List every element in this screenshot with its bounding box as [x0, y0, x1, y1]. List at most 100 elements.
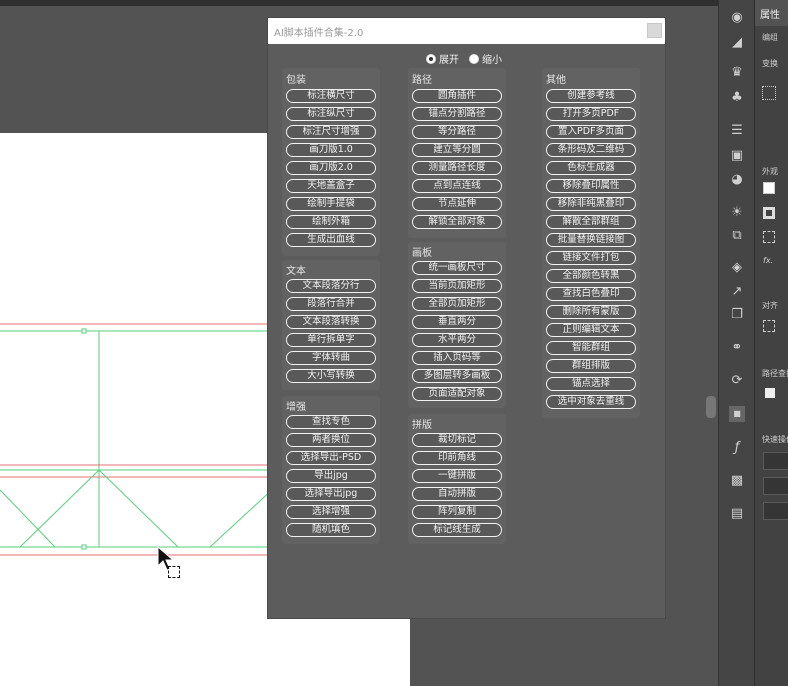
panel-close-button[interactable]: [647, 23, 662, 38]
text-button-2[interactable]: 段落行合并: [286, 297, 376, 311]
path-buttons: 圆角插件锚点分割路径 等分路径建立等分圆测量路径长度 点到点连线节点延伸解锁全部对象: [412, 89, 502, 229]
fill-none-icon[interactable]: [763, 182, 775, 194]
enhance-button-2[interactable]: 两者换位: [286, 433, 376, 447]
path-button-7[interactable]: 节点延伸: [412, 197, 502, 211]
other-button-18[interactable]: 选中对象去重线: [546, 395, 636, 409]
stroke-icon[interactable]: [763, 207, 775, 219]
enhance-button-7[interactable]: 随机填色: [286, 523, 376, 537]
rotate-icon[interactable]: ⟳: [729, 373, 745, 389]
packaging-button-5[interactable]: 画刀版2.0: [286, 161, 376, 175]
imposition-button-1[interactable]: 裁切标记: [412, 433, 502, 447]
path-button-5[interactable]: 测量路径长度: [412, 161, 502, 175]
other-button-10[interactable]: 链接文件打包: [546, 251, 636, 265]
packaging-button-8[interactable]: 绘制外箱: [286, 215, 376, 229]
fx-label[interactable]: fx.: [763, 256, 773, 265]
color-theme-icon[interactable]: ◉: [729, 10, 745, 26]
path-button-8[interactable]: 解锁全部对象: [412, 215, 502, 229]
path-button-3[interactable]: 等分路径: [412, 125, 502, 139]
other-button-4[interactable]: 条形码及二维码: [546, 143, 636, 157]
quick-action-button-1[interactable]: [763, 452, 788, 470]
artboard-button-8[interactable]: 页面适配对象: [412, 387, 502, 401]
artboard-button-5[interactable]: 水平两分: [412, 333, 502, 347]
export-icon[interactable]: ↗: [729, 284, 745, 300]
enhance-button-5[interactable]: 选择导出jpg: [286, 487, 376, 501]
other-button-8[interactable]: 解散全部群组: [546, 215, 636, 229]
text-button-5[interactable]: 字体转曲: [286, 351, 376, 365]
packaging-button-2[interactable]: 标注纵尺寸: [286, 107, 376, 121]
enhance-button-4[interactable]: 导出jpg: [286, 469, 376, 483]
other-button-12[interactable]: 查找白色叠印: [546, 287, 636, 301]
text-button-6[interactable]: 大小写转换: [286, 369, 376, 383]
mode-expand-option[interactable]: 展开: [426, 51, 459, 66]
enhance-button-1[interactable]: 查找专色: [286, 415, 376, 429]
packaging-button-3[interactable]: 标注尺寸增强: [286, 125, 376, 139]
packaging-button-6[interactable]: 天地盖盒子: [286, 179, 376, 193]
radio-collapse[interactable]: [469, 53, 479, 64]
imposition-button-6[interactable]: 标记线生成: [412, 523, 502, 537]
rect-gradient-icon[interactable]: ◢: [729, 35, 745, 51]
other-button-14[interactable]: 正则编辑文本: [546, 323, 636, 337]
vertical-scrollbar[interactable]: [706, 396, 716, 418]
stroke-lines-icon[interactable]: ☰: [729, 123, 745, 139]
gradient-box-icon[interactable]: ▣: [729, 148, 745, 164]
other-button-17[interactable]: 锚点选择: [546, 377, 636, 391]
path-button-6[interactable]: 点到点连线: [412, 179, 502, 193]
packaging-button-9[interactable]: 生成出血线: [286, 233, 376, 247]
enhance-button-6[interactable]: 选择增强: [286, 505, 376, 519]
enhance-button-3[interactable]: 选择导出-PSD: [286, 451, 376, 465]
other-button-2[interactable]: 打开多页PDF: [546, 107, 636, 121]
other-button-6[interactable]: 移除叠印属性: [546, 179, 636, 193]
font-icon[interactable]: ƒ: [729, 440, 745, 456]
artboard-button-7[interactable]: 多图层转多画板: [412, 369, 502, 383]
other-button-16[interactable]: 群组排版: [546, 359, 636, 373]
quick-action-button-2[interactable]: [763, 477, 788, 495]
dieline-drawing[interactable]: [0, 315, 290, 570]
path-button-4[interactable]: 建立等分圆: [412, 143, 502, 157]
other-button-5[interactable]: 色标生成器: [546, 161, 636, 175]
other-button-9[interactable]: 批量替换链接图: [546, 233, 636, 247]
doc-icon[interactable]: ▤: [729, 506, 745, 522]
imposition-button-2[interactable]: 印前角线: [412, 451, 502, 465]
packaging-button-7[interactable]: 绘制手提袋: [286, 197, 376, 211]
opacity-icon[interactable]: [763, 231, 775, 243]
other-button-1[interactable]: 创建参考线: [546, 89, 636, 103]
gg-badge-icon[interactable]: ■: [729, 406, 745, 422]
artboard-button-2[interactable]: 当前页加矩形: [412, 279, 502, 293]
imposition-button-4[interactable]: 自动拼版: [412, 487, 502, 501]
pathfinder-icon[interactable]: [765, 388, 775, 398]
sun-burst-icon[interactable]: ☀: [729, 205, 745, 221]
align-icon[interactable]: [763, 320, 775, 332]
artboard-button-6[interactable]: 插入页码等: [412, 351, 502, 365]
imposition-button-3[interactable]: 一键拼版: [412, 469, 502, 483]
layers-icon[interactable]: ◈: [729, 260, 745, 276]
text-button-4[interactable]: 单行拆单字: [286, 333, 376, 347]
other-button-15[interactable]: 智能群组: [546, 341, 636, 355]
text-button-1[interactable]: 文本段落分行: [286, 279, 376, 293]
radio-expand[interactable]: [426, 53, 436, 64]
swatch-icon[interactable]: ▩: [729, 473, 745, 489]
quick-action-button-3[interactable]: [763, 502, 788, 520]
links-icon[interactable]: ⚭: [729, 340, 745, 356]
other-button-3[interactable]: 置入PDF多页面: [546, 125, 636, 139]
properties-tab[interactable]: 属性: [755, 0, 788, 26]
reference-point-icon[interactable]: [762, 86, 776, 100]
packaging-button-1[interactable]: 标注横尺寸: [286, 89, 376, 103]
path-button-1[interactable]: 圆角插件: [412, 89, 502, 103]
other-button-13[interactable]: 删除所有蒙版: [546, 305, 636, 319]
club-symbol-icon[interactable]: ♣: [729, 90, 745, 106]
other-button-11[interactable]: 全部颜色转黑: [546, 269, 636, 283]
text-button-3[interactable]: 文本段落转换: [286, 315, 376, 329]
transform-icon[interactable]: ⧉: [729, 228, 745, 244]
puppet-icon[interactable]: ♛: [729, 65, 745, 81]
imposition-button-5[interactable]: 阵列复制: [412, 505, 502, 519]
other-button-7[interactable]: 移除非纯黑叠印: [546, 197, 636, 211]
mode-collapse-option[interactable]: 缩小: [469, 51, 502, 66]
transparency-icon[interactable]: ◕: [729, 172, 745, 188]
panel-titlebar[interactable]: AI脚本插件合集-2.0: [268, 18, 665, 44]
artboard-button-1[interactable]: 统一画板尺寸: [412, 261, 502, 275]
artboard-button-3[interactable]: 全部页加矩形: [412, 297, 502, 311]
artboard-button-4[interactable]: 垂直两分: [412, 315, 502, 329]
path-button-2[interactable]: 锚点分割路径: [412, 107, 502, 121]
packaging-button-4[interactable]: 画刀版1.0: [286, 143, 376, 157]
artboards-icon[interactable]: ❐: [729, 307, 745, 323]
